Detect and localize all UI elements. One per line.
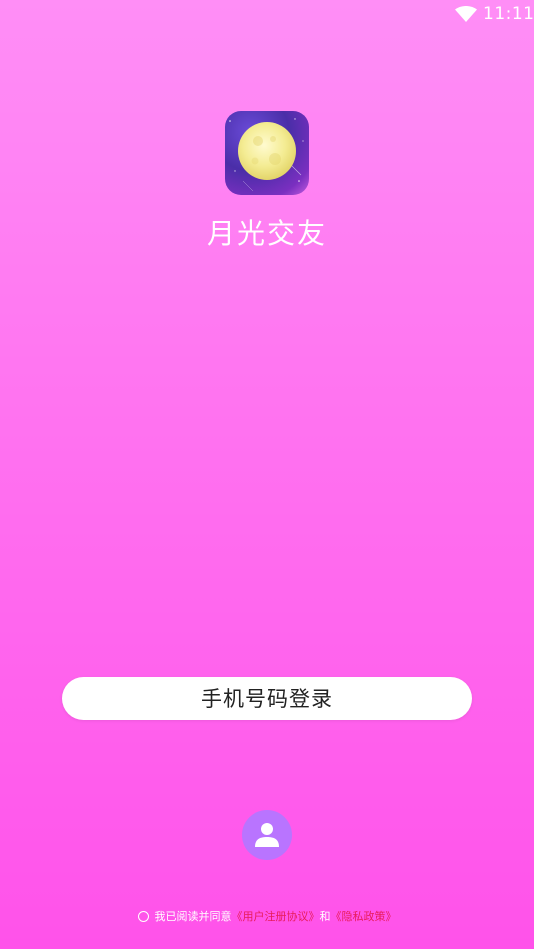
user-agreement-link[interactable]: 《用户注册协议》: [232, 908, 320, 924]
phone-login-button[interactable]: 手机号码登录: [62, 677, 472, 720]
privacy-policy-link[interactable]: 《隐私政策》: [331, 908, 397, 924]
account-login-button[interactable]: [242, 810, 292, 860]
person-icon: [255, 823, 279, 847]
agreement-prefix: 我已阅读并同意: [154, 910, 232, 923]
app-title: 月光交友: [206, 217, 327, 250]
moon-logo-icon: [225, 111, 309, 195]
agree-checkbox[interactable]: [137, 910, 149, 922]
status-bar: 11:11: [0, 0, 534, 28]
agreement-conjunction: 和: [319, 910, 331, 923]
status-time: 11:11: [483, 4, 534, 24]
agreement-row: 我已阅读并同意 《用户注册协议》 和 《隐私政策》: [0, 907, 534, 925]
wifi-icon: [455, 6, 477, 22]
